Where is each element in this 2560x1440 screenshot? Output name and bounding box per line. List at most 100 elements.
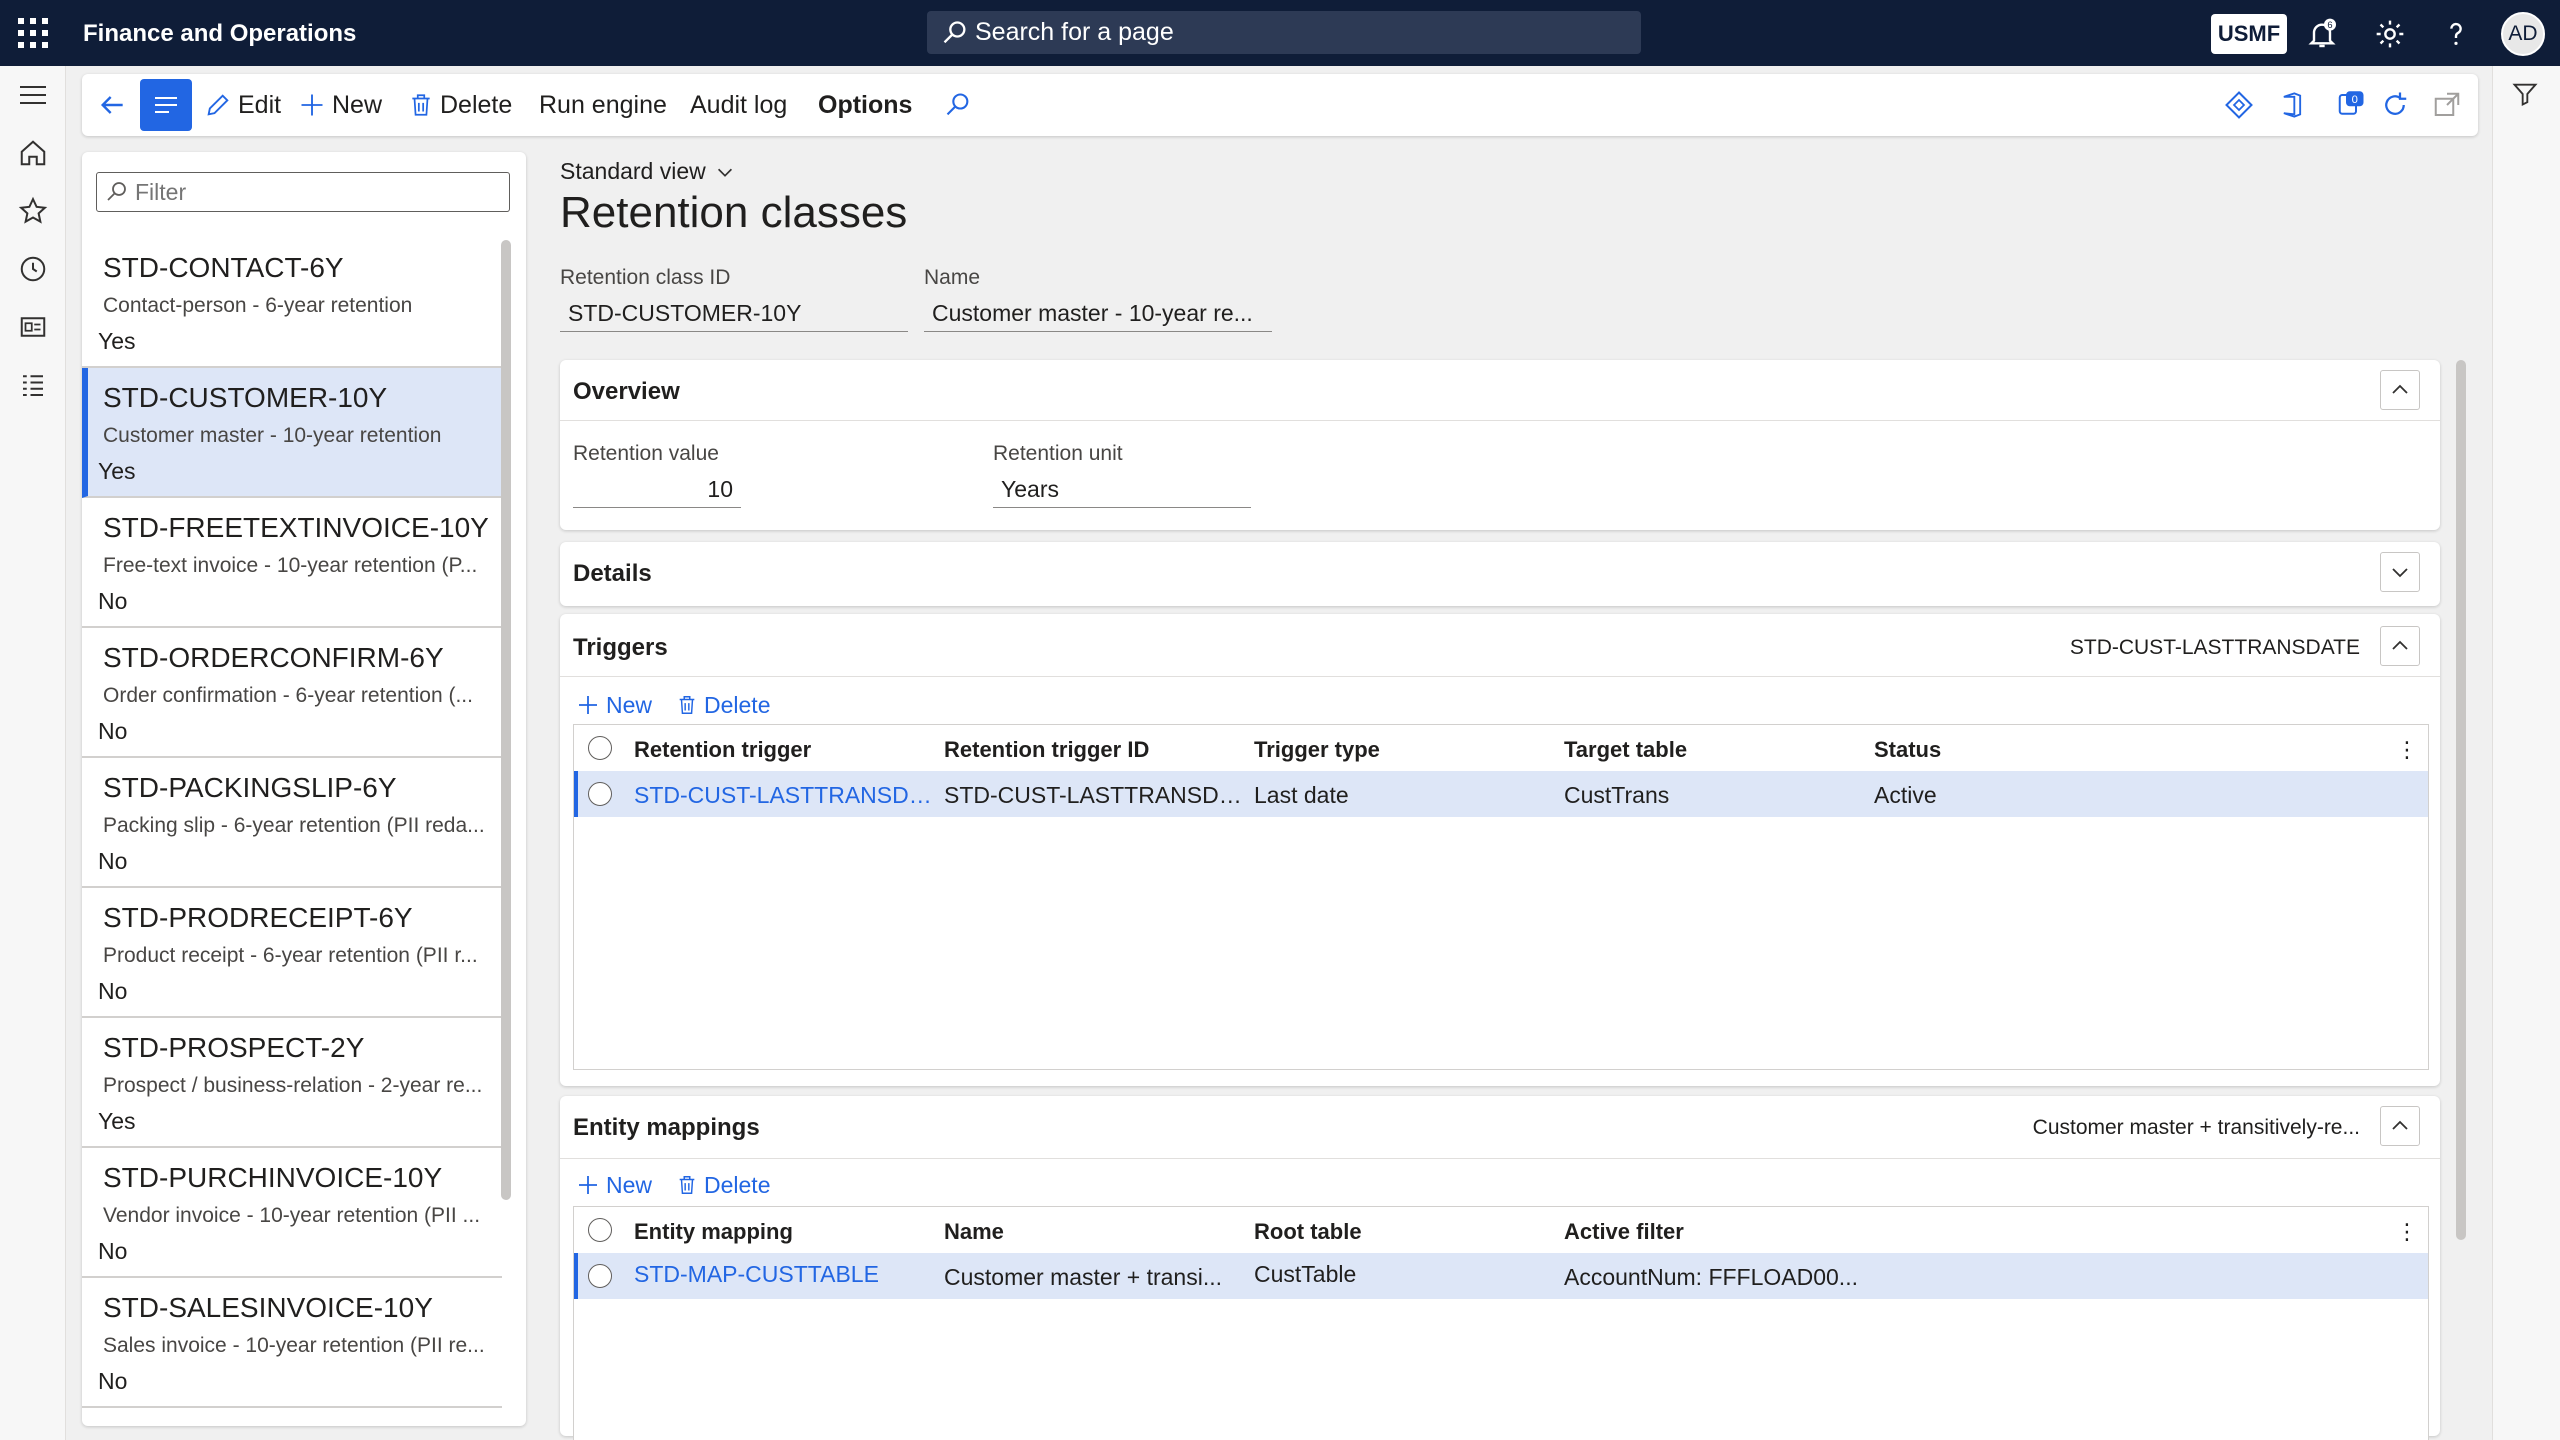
row-select-radio[interactable] [588,1264,612,1288]
chevron-up-icon [2392,640,2408,650]
column-header[interactable]: Trigger type [1254,737,1380,763]
back-button[interactable] [96,74,134,136]
list-item-selected[interactable]: STD-CUSTOMER-10Y Customer master - 10-ye… [82,368,502,498]
column-header[interactable]: Active filter [1564,1219,1684,1245]
list-item[interactable]: STD-CONTACT-6Y Contact-person - 6-year r… [82,238,502,368]
details-expand-button[interactable] [2380,552,2420,592]
triggers-new-button[interactable]: New [576,684,652,726]
triggers-title[interactable]: Triggers [573,634,668,662]
user-avatar[interactable]: AD [2501,12,2545,56]
column-header[interactable]: Target table [1564,737,1687,763]
filter-input[interactable] [135,178,495,206]
name-label: Name [924,266,981,289]
new-button[interactable]: New [298,74,382,136]
action-search-button[interactable] [944,74,978,136]
funnel-icon[interactable] [2511,80,2543,112]
search-icon [943,20,966,43]
list-item[interactable]: STD-PRODRECEIPT-6Y Product receipt - 6-y… [82,888,502,1018]
table-row[interactable]: STD-MAP-CUSTTABLE Customer master + tran… [574,1253,2428,1299]
filter-box[interactable] [96,172,510,212]
list-toggle-button[interactable] [140,79,192,131]
retention-unit-field[interactable]: Years [993,472,1251,508]
help-button[interactable] [2436,14,2476,54]
column-header[interactable]: Root table [1254,1219,1362,1245]
audit-log-button[interactable]: Audit log [690,74,787,136]
column-header[interactable]: Retention trigger [634,737,811,763]
hamburger-menu-icon[interactable] [14,76,52,114]
office-button[interactable] [2278,74,2312,136]
class-id-field[interactable]: STD-CUSTOMER-10Y [560,296,908,332]
list-scrollbar[interactable] [501,240,511,1200]
select-all-radio[interactable] [588,736,612,760]
more-options-icon[interactable]: ⋮ [2396,1219,2418,1245]
select-all-radio[interactable] [588,1218,612,1242]
mappings-new-button[interactable]: New [576,1164,652,1206]
mappings-delete-label: Delete [704,1171,771,1198]
trigger-link[interactable]: STD-CUST-LASTTRANSDA... [634,782,934,809]
top-bar: Finance and Operations Search for a page… [0,0,2560,66]
chevron-up-icon [2392,384,2408,394]
details-title[interactable]: Details [573,560,652,588]
triggers-fasttab: Triggers STD-CUST-LASTTRANSDATE New Dele… [560,614,2440,1086]
power-apps-button[interactable] [2224,74,2260,136]
view-selector[interactable]: Standard view [560,158,736,185]
search-label: Search for a page [975,18,1174,46]
column-header[interactable]: Entity mapping [634,1219,793,1245]
favorites-star-icon[interactable] [14,192,52,230]
name-field[interactable]: Customer master - 10-year re... [924,296,1272,332]
notifications-button[interactable]: 6 [2302,14,2342,54]
recent-clock-icon[interactable] [14,250,52,288]
attachments-button[interactable]: 0 [2336,74,2372,136]
plus-icon [579,696,597,714]
app-launcher-icon[interactable] [18,18,48,48]
modules-list-icon[interactable] [14,366,52,404]
main-scrollbar[interactable] [2456,360,2466,1240]
mappings-delete-button[interactable]: Delete [676,1164,770,1206]
triggers-collapse-button[interactable] [2380,626,2420,666]
list-item-id: STD-SALESINVOICE-10Y [103,1292,433,1323]
triggers-grid: Retention trigger Retention trigger ID T… [573,724,2429,1070]
overview-title[interactable]: Overview [573,378,680,406]
edit-button[interactable]: Edit [204,74,281,136]
open-new-window-button[interactable] [2432,74,2468,136]
back-arrow-icon [100,96,123,114]
action-pane: Edit New Delete Run engine Audit log Opt… [82,74,2478,136]
bell-icon: 6 [2308,18,2336,48]
entity-mappings-title[interactable]: Entity mappings [573,1114,760,1142]
list-item[interactable]: STD-PROSPECT-2Y Prospect / business-rela… [82,1018,502,1148]
workspaces-icon[interactable] [14,308,52,346]
office-icon [2283,92,2302,118]
column-header[interactable]: Name [944,1219,1004,1245]
list-item[interactable]: STD-SALESINVOICE-10Y Sales invoice - 10-… [82,1278,502,1408]
page-search-box[interactable]: Search for a page [927,11,1641,54]
run-engine-button[interactable]: Run engine [539,74,667,136]
column-header[interactable]: Status [1874,737,1941,763]
mapping-link[interactable]: STD-MAP-CUSTTABLE [634,1261,934,1288]
list-item[interactable]: STD-FREETEXTINVOICE-10Y Free-text invoic… [82,498,502,628]
list-item-active: Yes [98,1108,136,1134]
table-row[interactable]: STD-CUST-LASTTRANSDA... STD-CUST-LASTTRA… [574,771,2428,817]
overview-collapse-button[interactable] [2380,370,2420,410]
divider [560,1158,2440,1159]
home-icon[interactable] [14,134,52,172]
list-lines-icon [155,97,177,113]
options-tab[interactable]: Options [818,74,912,136]
triggers-summary: STD-CUST-LASTTRANSDATE [2069,636,2360,659]
more-options-icon[interactable]: ⋮ [2396,737,2418,763]
list-item[interactable]: STD-PACKINGSLIP-6Y Packing slip - 6-year… [82,758,502,888]
row-select-radio[interactable] [588,782,612,806]
entity-mappings-collapse-button[interactable] [2380,1106,2420,1146]
list-item-active: Yes [98,328,136,354]
triggers-delete-button[interactable]: Delete [676,684,770,726]
list-item[interactable]: STD-PURCHINVOICE-10Y Vendor invoice - 10… [82,1148,502,1278]
question-icon [2450,22,2462,45]
refresh-button[interactable] [2380,74,2416,136]
delete-label: Delete [440,90,513,119]
list-item-active: No [98,1368,128,1394]
company-picker[interactable]: USMF [2211,14,2287,54]
list-item[interactable]: STD-ORDERCONFIRM-6Y Order confirmation -… [82,628,502,758]
delete-button[interactable]: Delete [408,74,512,136]
column-header[interactable]: Retention trigger ID [944,737,1149,763]
retention-value-field[interactable]: 10 [573,472,741,508]
settings-button[interactable] [2370,14,2410,54]
